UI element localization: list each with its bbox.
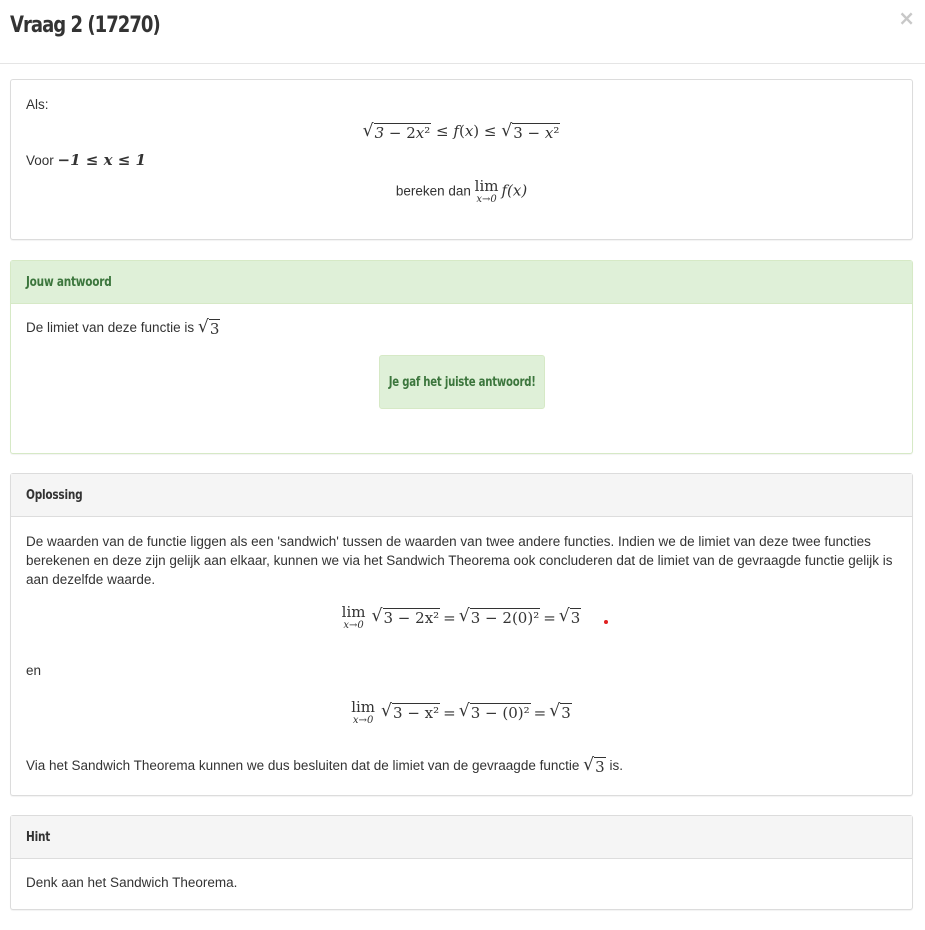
question-domain-line: Voor −1 ≤ x ≤ 1 bbox=[26, 151, 897, 170]
hint-text: Denk aan het Sandwich Theorema. bbox=[26, 875, 238, 890]
question-compute-line: bereken dan lim x→0 f(x) bbox=[26, 176, 897, 205]
answer-value: √ 3 bbox=[197, 316, 221, 338]
solution-heading: Oplossing bbox=[11, 474, 912, 517]
solution-connector: en bbox=[26, 663, 42, 678]
correct-answer-text: Je gaf het juiste antwoord! bbox=[388, 374, 536, 390]
red-dot-marker bbox=[604, 620, 608, 624]
answer-heading-label: Jouw antwoord bbox=[26, 274, 112, 290]
hint-panel: Hint Denk aan het Sandwich Theorema. bbox=[10, 815, 913, 910]
solution-body: De waarden van de functie liggen als een… bbox=[11, 517, 912, 791]
limit-operator: lim x→0 bbox=[474, 176, 499, 205]
modal-title: Vraag 2 (17270) bbox=[10, 13, 161, 38]
hint-heading-label: Hint bbox=[26, 829, 51, 845]
solution-limit-1: lim x→0 √ 3 − 2x² = √ 3 − 2(0)² = √ 3 bbox=[341, 603, 582, 631]
hint-heading: Hint bbox=[11, 816, 912, 859]
correct-answer-alert: Je gaf het juiste antwoord! bbox=[379, 355, 545, 409]
limit-expression: f(x) bbox=[501, 181, 528, 200]
question-intro: Als: bbox=[26, 97, 49, 112]
compute-prefix: bereken dan bbox=[395, 183, 471, 199]
question-panel: Als: √ 3 − 2x² ≤ f(x) ≤ √ 3 − x² Voor −1 ≤… bbox=[10, 79, 913, 240]
answer-panel: Jouw antwoord De limiet van deze functie… bbox=[10, 260, 913, 454]
solution-panel: Oplossing De waarden van de functie ligg… bbox=[10, 473, 913, 796]
answer-heading: Jouw antwoord bbox=[11, 261, 912, 304]
solution-paragraph: De waarden van de functie liggen als een… bbox=[26, 534, 893, 587]
domain-expression: −1 ≤ x ≤ 1 bbox=[57, 150, 146, 169]
solution-conclusion: Via het Sandwich Theorema kunnen we dus … bbox=[26, 754, 623, 776]
close-icon[interactable]: × bbox=[898, 8, 915, 28]
modal-header: Vraag 2 (17270) × bbox=[0, 0, 925, 64]
answer-body: De limiet van deze functie is √ 3 bbox=[11, 304, 912, 353]
solution-limit-2: lim x→0 √ 3 − x² = √ 3 − (0)² = √ 3 bbox=[351, 698, 572, 726]
solution-heading-label: Oplossing bbox=[26, 487, 83, 503]
answer-text: De limiet van deze functie is bbox=[26, 320, 195, 335]
domain-prefix: Voor bbox=[26, 152, 54, 168]
question-inequality: √ 3 − 2x² ≤ f(x) ≤ √ 3 − x² bbox=[362, 121, 561, 142]
